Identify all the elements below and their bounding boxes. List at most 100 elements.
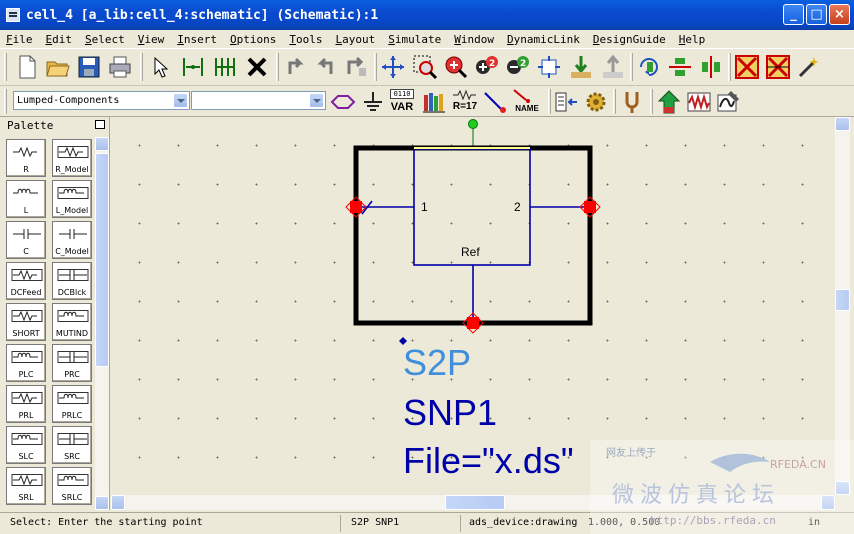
palette-scroll-thumb[interactable] (95, 153, 109, 367)
view-all-icon[interactable] (536, 54, 562, 80)
menu-insert[interactable]: Insert (177, 33, 217, 46)
zoom-out-2x-icon[interactable]: 2 (505, 54, 531, 80)
zoom-in-icon[interactable] (443, 54, 469, 80)
simulate-icon[interactable] (656, 89, 682, 115)
palette-item-c[interactable]: C (6, 221, 46, 259)
port1-label: 1 (421, 200, 428, 214)
pop-out-icon[interactable] (600, 54, 626, 80)
palette-item-mutind[interactable]: MUTIND (52, 303, 92, 341)
rotate-icon[interactable] (636, 54, 662, 80)
palette-item-c-model[interactable]: C_Model (52, 221, 92, 259)
undo-icon[interactable] (282, 54, 308, 80)
window-title: cell_4 [a_lib:cell_4:schematic] (Schemat… (26, 7, 379, 23)
palette-item-dcblck[interactable]: DCBlck (52, 262, 92, 300)
library-books-icon[interactable] (421, 89, 447, 115)
palette-item-src[interactable]: SRC (52, 426, 92, 464)
palette-item-slc[interactable]: SLC (6, 426, 46, 464)
zoom-in-2x-icon[interactable]: 2 (474, 54, 500, 80)
push-into-icon[interactable] (568, 54, 594, 80)
move-icon[interactable] (380, 54, 406, 80)
name-label-icon[interactable]: NAME (510, 88, 544, 116)
select-arrow-icon[interactable] (147, 54, 173, 80)
open-folder-icon[interactable] (45, 54, 71, 80)
instance-name-label[interactable]: SNP1 (403, 392, 497, 433)
port-icon[interactable] (330, 89, 356, 115)
close-button[interactable]: × (829, 4, 850, 25)
menu-options[interactable]: Options (230, 33, 276, 46)
menu-help[interactable]: Help (679, 33, 706, 46)
component-select[interactable] (191, 91, 326, 110)
canvas-vertical-scrollbar[interactable] (835, 117, 850, 495)
gear-icon[interactable] (583, 89, 609, 115)
palette-item-short[interactable]: SHORT (6, 303, 46, 341)
zoom-area-icon[interactable] (412, 54, 438, 80)
minimize-button[interactable]: _ (783, 4, 804, 25)
canvas-horizontal-scrollbar[interactable] (111, 495, 835, 510)
schematic-canvas[interactable]: 1 2 Ref S2P SNP1 File="x.ds" (111, 117, 835, 495)
menu-select[interactable]: Select (85, 33, 125, 46)
save-icon[interactable] (76, 54, 102, 80)
scroll-up-icon[interactable] (95, 137, 109, 151)
insert-wire-label-icon[interactable] (482, 89, 508, 115)
scroll-down-icon[interactable] (835, 481, 850, 495)
repeat-icon[interactable] (343, 54, 369, 80)
palette-item-r-model[interactable]: R_Model (52, 139, 92, 177)
maximize-button[interactable]: □ (806, 4, 827, 25)
short-component-icon[interactable] (765, 54, 791, 80)
tuning-fork-icon[interactable] (619, 89, 645, 115)
file-parameter-label[interactable]: File="x.ds" (403, 440, 574, 481)
mirror-x-icon[interactable] (667, 54, 693, 80)
new-file-icon[interactable] (14, 54, 40, 80)
palette-item-prl[interactable]: PRL (6, 385, 46, 423)
scroll-right-icon[interactable] (821, 495, 835, 510)
menu-simulate[interactable]: Simulate (388, 33, 441, 46)
tune-waveform-icon[interactable] (686, 89, 712, 115)
data-display-icon[interactable] (716, 89, 742, 115)
scroll-left-icon[interactable] (111, 495, 125, 510)
palette-item-plc[interactable]: PLC (6, 344, 46, 382)
dock-icon[interactable] (95, 120, 105, 129)
palette-item-dcfeed[interactable]: DCFeed (6, 262, 46, 300)
palette-item-prlc[interactable]: PRLC (52, 385, 92, 423)
vertical-scroll-thumb[interactable] (835, 289, 850, 311)
ground-icon[interactable] (360, 89, 386, 115)
palette-item-l-model[interactable]: L_Model (52, 180, 92, 218)
menu-file[interactable]: File (6, 33, 33, 46)
wizard-icon[interactable] (796, 54, 822, 80)
toolbar-grip[interactable] (4, 89, 7, 114)
s2p-component-drawing[interactable]: 1 2 Ref S2P SNP1 File="x.ds" (111, 117, 835, 495)
palette-scrollbar[interactable] (95, 137, 109, 510)
toolbar-grip[interactable] (4, 53, 7, 81)
status-bar: Select: Enter the starting point S2P SNP… (0, 512, 854, 534)
menu-dynamiclink[interactable]: DynamicLink (507, 33, 580, 46)
var-equation-icon[interactable]: 0110 VAR (388, 88, 416, 116)
delete-icon[interactable] (244, 54, 270, 80)
deactivate-icon[interactable] (734, 54, 760, 80)
palette-item-l[interactable]: L (6, 180, 46, 218)
menu-tools[interactable]: Tools (289, 33, 322, 46)
menu-window[interactable]: Window (454, 33, 494, 46)
chevron-down-icon[interactable] (173, 93, 188, 108)
insert-wire-icon[interactable] (180, 54, 206, 80)
mirror-y-icon[interactable] (698, 54, 724, 80)
chevron-down-icon[interactable] (309, 93, 324, 108)
palette-item-srl[interactable]: SRL (6, 467, 46, 505)
palette-item-prc[interactable]: PRC (52, 344, 92, 382)
menu-layout[interactable]: Layout (336, 33, 376, 46)
component-history-icon[interactable] (553, 89, 579, 115)
parameter-icon[interactable]: R=17 (451, 88, 479, 116)
menu-designguide[interactable]: DesignGuide (593, 33, 666, 46)
scroll-down-icon[interactable] (95, 496, 109, 510)
horizontal-scroll-thumb[interactable] (445, 495, 505, 510)
menu-edit[interactable]: Edit (46, 33, 73, 46)
library-select[interactable]: Lumped-Components (13, 91, 190, 110)
palette-item-r[interactable]: R (6, 139, 46, 177)
insert-pin-icon[interactable] (212, 54, 238, 80)
print-icon[interactable] (107, 54, 133, 80)
menu-view[interactable]: View (138, 33, 165, 46)
redo-icon[interactable] (313, 54, 339, 80)
scroll-up-icon[interactable] (835, 117, 850, 131)
app-icon[interactable] (6, 8, 20, 22)
palette-item-srlc[interactable]: SRLC (52, 467, 92, 505)
component-type-label[interactable]: S2P (403, 342, 471, 383)
